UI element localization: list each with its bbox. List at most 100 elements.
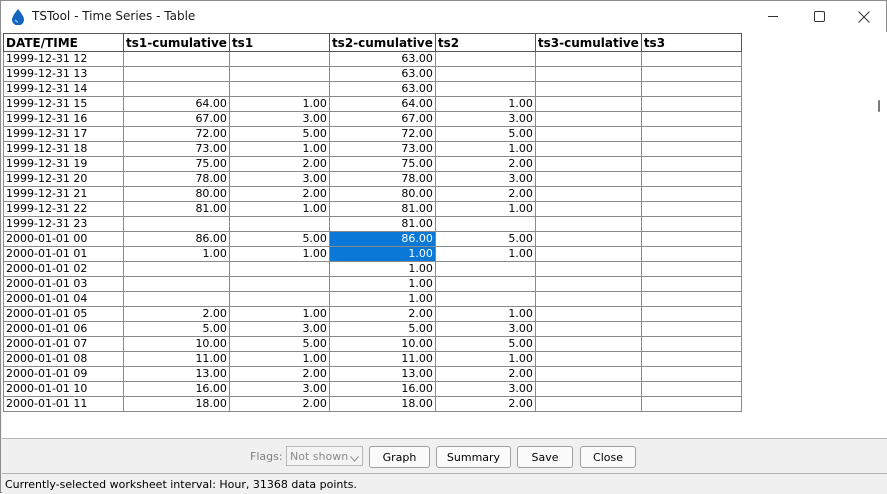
value-cell[interactable]: 2.00 <box>434 156 536 172</box>
datetime-cell[interactable]: 1999-12-31 12 <box>3 51 124 67</box>
datetime-cell[interactable]: 1999-12-31 23 <box>3 216 124 232</box>
value-cell[interactable] <box>534 366 642 382</box>
datetime-cell[interactable]: 2000-01-01 06 <box>3 321 124 337</box>
value-cell[interactable] <box>640 81 742 97</box>
value-cell[interactable]: 5.00 <box>434 231 536 247</box>
value-cell[interactable] <box>434 81 536 97</box>
datetime-cell[interactable]: 2000-01-01 03 <box>3 276 124 292</box>
table-row[interactable]: 2000-01-01 10 16.00 3.00 16.00 3.00 <box>3 381 742 397</box>
value-cell[interactable] <box>123 291 230 307</box>
value-cell[interactable]: 2.00 <box>228 396 330 412</box>
value-cell[interactable] <box>534 351 642 367</box>
value-cell[interactable]: 2.00 <box>228 156 330 172</box>
value-cell[interactable] <box>640 321 742 337</box>
datetime-cell[interactable]: 2000-01-01 11 <box>3 396 124 412</box>
table-row[interactable]: 2000-01-01 00 86.00 5.00 86.00 5.00 <box>3 231 742 247</box>
column-header[interactable]: DATE/TIME <box>3 33 124 52</box>
datetime-cell[interactable]: 2000-01-01 05 <box>3 306 124 322</box>
value-cell[interactable] <box>534 51 642 67</box>
value-cell[interactable] <box>640 171 742 187</box>
datetime-cell[interactable]: 1999-12-31 15 <box>3 96 124 112</box>
value-cell[interactable] <box>640 351 742 367</box>
value-cell[interactable]: 1.00 <box>123 246 230 262</box>
value-cell[interactable] <box>228 291 330 307</box>
table-row[interactable]: 1999-12-31 18 73.00 1.00 73.00 1.00 <box>3 141 742 157</box>
table-row[interactable]: 2000-01-01 04 1.00 <box>3 291 742 307</box>
datetime-cell[interactable]: 1999-12-31 16 <box>3 111 124 127</box>
value-cell[interactable]: 16.00 <box>328 381 436 397</box>
value-cell[interactable] <box>228 216 330 232</box>
value-cell[interactable] <box>228 66 330 82</box>
value-cell[interactable]: 3.00 <box>228 111 330 127</box>
value-cell[interactable]: 75.00 <box>123 156 230 172</box>
value-cell[interactable] <box>534 396 642 412</box>
value-cell[interactable]: 3.00 <box>434 171 536 187</box>
datetime-cell[interactable]: 1999-12-31 21 <box>3 186 124 202</box>
value-cell[interactable]: 3.00 <box>228 381 330 397</box>
value-cell[interactable] <box>640 366 742 382</box>
value-cell[interactable]: 13.00 <box>328 366 436 382</box>
table-row[interactable]: 1999-12-31 16 67.00 3.00 67.00 3.00 <box>3 111 742 127</box>
value-cell[interactable]: 1.00 <box>228 306 330 322</box>
value-cell[interactable] <box>434 261 536 277</box>
datetime-cell[interactable]: 2000-01-01 04 <box>3 291 124 307</box>
value-cell[interactable] <box>534 81 642 97</box>
value-cell[interactable]: 1.00 <box>434 351 536 367</box>
column-header[interactable]: ts2 <box>434 33 536 52</box>
value-cell[interactable] <box>534 126 642 142</box>
value-cell[interactable] <box>640 246 742 262</box>
value-cell[interactable] <box>434 66 536 82</box>
value-cell[interactable]: 1.00 <box>328 276 436 292</box>
value-cell[interactable]: 67.00 <box>123 111 230 127</box>
value-cell[interactable] <box>434 51 536 67</box>
value-cell[interactable] <box>434 291 536 307</box>
value-cell[interactable]: 2.00 <box>228 186 330 202</box>
table-row[interactable]: 1999-12-31 12 63.00 <box>3 51 742 67</box>
datetime-cell[interactable]: 2000-01-01 10 <box>3 381 124 397</box>
table-row[interactable]: 1999-12-31 13 63.00 <box>3 66 742 82</box>
datetime-cell[interactable]: 1999-12-31 22 <box>3 201 124 217</box>
value-cell[interactable]: 81.00 <box>328 216 436 232</box>
table-row[interactable]: 1999-12-31 21 80.00 2.00 80.00 2.00 <box>3 186 742 202</box>
value-cell[interactable]: 3.00 <box>434 321 536 337</box>
value-cell[interactable]: 13.00 <box>123 366 230 382</box>
vertical-scrollbar[interactable] <box>872 64 887 438</box>
value-cell[interactable] <box>640 186 742 202</box>
datetime-cell[interactable]: 2000-01-01 00 <box>3 231 124 247</box>
value-cell[interactable]: 2.00 <box>434 396 536 412</box>
value-cell[interactable]: 1.00 <box>228 141 330 157</box>
value-cell[interactable] <box>640 141 742 157</box>
value-cell[interactable] <box>534 216 642 232</box>
column-header[interactable]: ts1-cumulative <box>123 33 230 52</box>
value-cell[interactable]: 2.00 <box>434 186 536 202</box>
column-header[interactable]: ts2-cumulative <box>328 33 436 52</box>
table-row[interactable]: 1999-12-31 17 72.00 5.00 72.00 5.00 <box>3 126 742 142</box>
value-cell[interactable] <box>434 276 536 292</box>
value-cell[interactable]: 1.00 <box>434 306 536 322</box>
datetime-cell[interactable]: 1999-12-31 14 <box>3 81 124 97</box>
value-cell[interactable]: 2.00 <box>328 306 436 322</box>
scrollbar-thumb[interactable] <box>878 100 880 112</box>
value-cell[interactable] <box>640 96 742 112</box>
datetime-cell[interactable]: 1999-12-31 19 <box>3 156 124 172</box>
value-cell[interactable]: 5.00 <box>328 321 436 337</box>
value-cell[interactable] <box>123 261 230 277</box>
value-cell[interactable]: 18.00 <box>328 396 436 412</box>
value-cell[interactable]: 10.00 <box>328 336 436 352</box>
value-cell[interactable] <box>534 381 642 397</box>
value-cell[interactable]: 64.00 <box>328 96 436 112</box>
value-cell[interactable]: 5.00 <box>123 321 230 337</box>
value-cell[interactable]: 5.00 <box>228 231 330 247</box>
value-cell[interactable] <box>534 276 642 292</box>
value-cell[interactable]: 3.00 <box>434 381 536 397</box>
table-row[interactable]: 1999-12-31 23 81.00 <box>3 216 742 232</box>
table-row[interactable]: 2000-01-01 08 11.00 1.00 11.00 1.00 <box>3 351 742 367</box>
value-cell[interactable]: 1.00 <box>228 351 330 367</box>
value-cell[interactable]: 1.00 <box>434 141 536 157</box>
value-cell[interactable] <box>534 141 642 157</box>
value-cell[interactable] <box>534 156 642 172</box>
value-cell[interactable]: 2.00 <box>228 366 330 382</box>
column-header[interactable]: ts3 <box>640 33 742 52</box>
table-row[interactable]: 2000-01-01 05 2.00 1.00 2.00 1.00 <box>3 306 742 322</box>
value-cell[interactable]: 5.00 <box>228 126 330 142</box>
